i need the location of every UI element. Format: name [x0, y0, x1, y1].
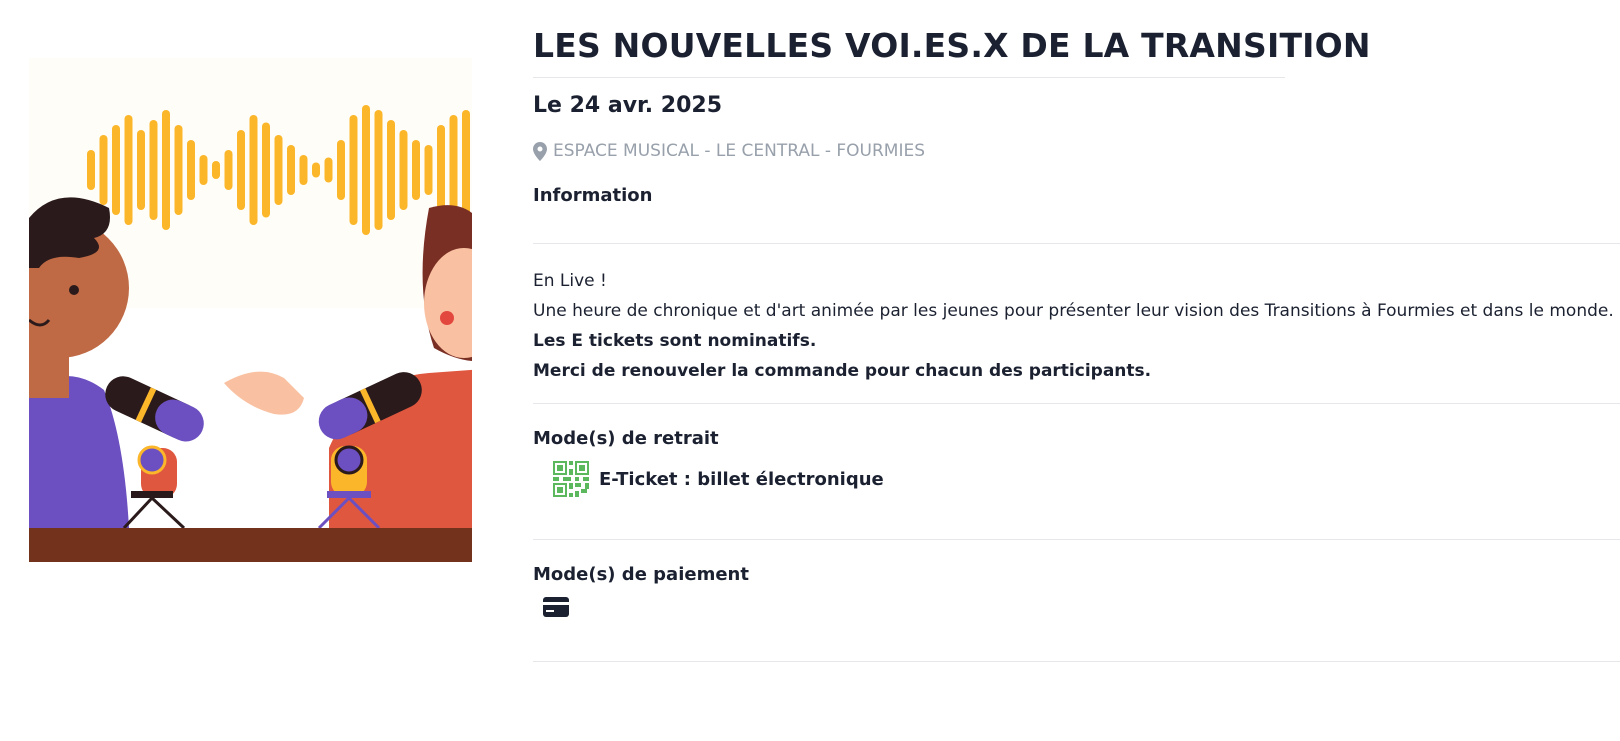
- event-poster-image: [29, 58, 472, 580]
- event-details: LES NOUVELLES VOI.ES.X DE LA TRANSITION …: [533, 26, 1620, 662]
- payment-heading: Mode(s) de paiement: [533, 564, 749, 585]
- divider: [533, 539, 1620, 540]
- description-bold-line: Merci de renouveler la commande pour cha…: [533, 361, 1152, 381]
- event-page: LES NOUVELLES VOI.ES.X DE LA TRANSITION …: [0, 0, 1620, 741]
- divider: [533, 243, 1620, 244]
- event-description: En Live ! Une heure de chronique et d'ar…: [533, 266, 1620, 386]
- withdrawal-heading: Mode(s) de retrait: [533, 428, 719, 449]
- description-line: Une heure de chronique et d'art animée p…: [533, 301, 1614, 321]
- divider: [533, 403, 1620, 404]
- information-heading: Information: [533, 185, 653, 206]
- qr-code-icon: [553, 461, 589, 497]
- venue-label: ESPACE MUSICAL - LE CENTRAL - FOURMIES: [553, 141, 925, 161]
- description-line: En Live !: [533, 271, 607, 291]
- map-pin-icon: [533, 141, 547, 161]
- description-bold-line: Les E tickets sont nominatifs.: [533, 331, 817, 351]
- event-date: Le 24 avr. 2025: [533, 93, 723, 118]
- eticket-label: E-Ticket : billet électronique: [599, 468, 884, 490]
- event-venue[interactable]: ESPACE MUSICAL - LE CENTRAL - FOURMIES: [533, 141, 1620, 161]
- divider: [533, 661, 1620, 662]
- event-title: LES NOUVELLES VOI.ES.X DE LA TRANSITION: [533, 26, 1371, 78]
- withdrawal-option-eticket: E-Ticket : billet électronique: [553, 461, 1620, 497]
- credit-card-icon: [543, 597, 569, 617]
